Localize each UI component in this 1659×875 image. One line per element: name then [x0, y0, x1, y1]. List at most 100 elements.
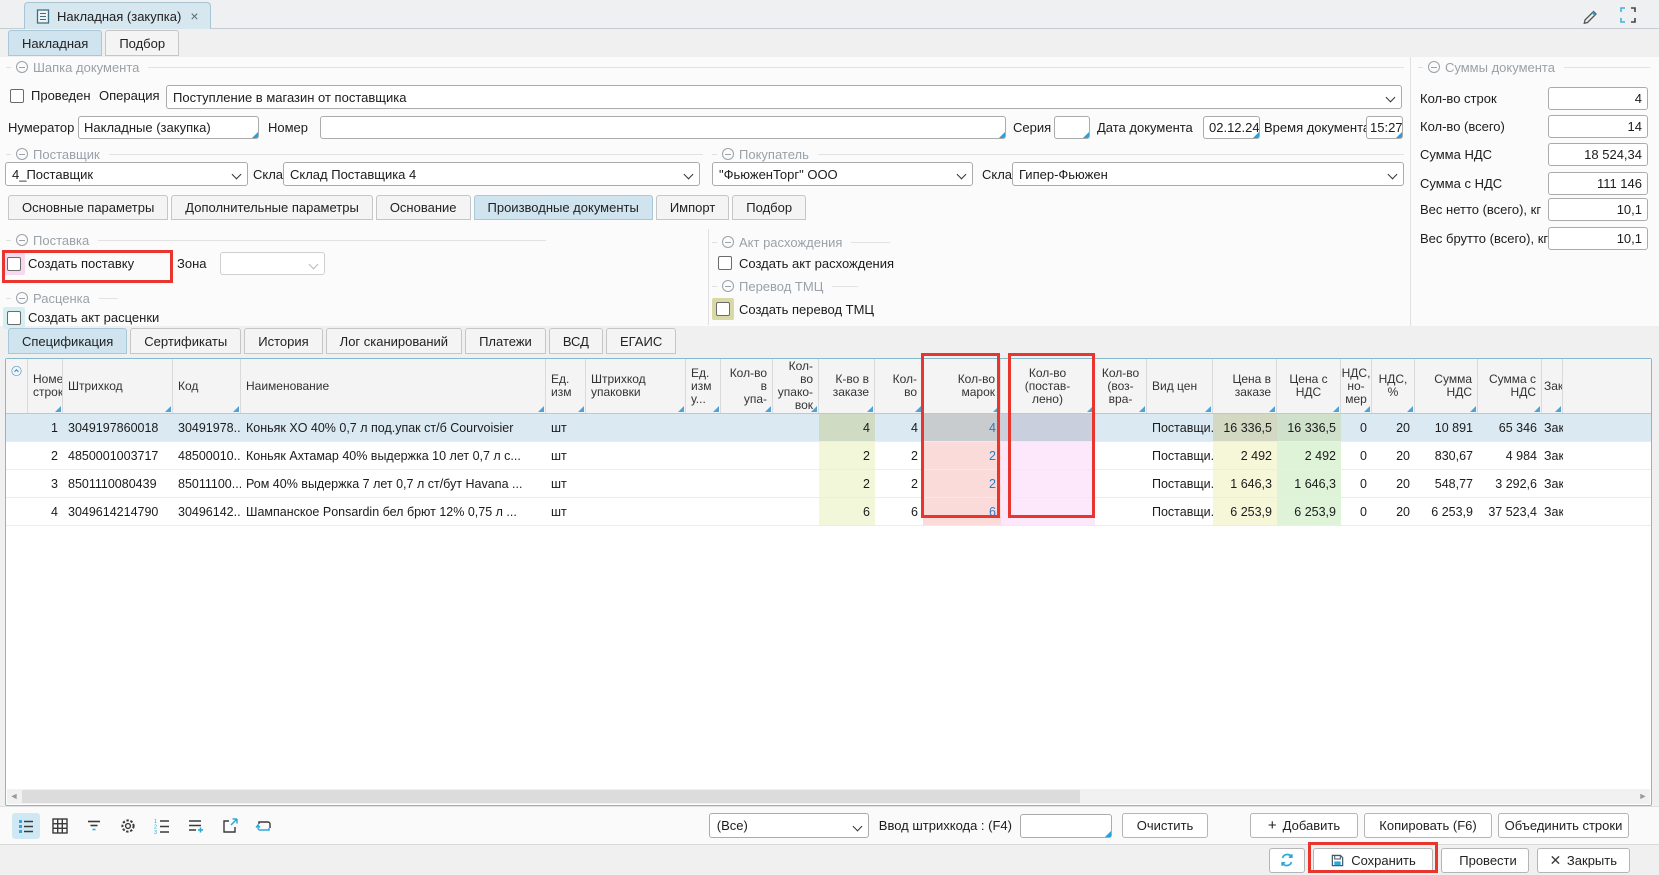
column-header-code[interactable]: Код [173, 359, 241, 413]
create-supply-checkbox[interactable] [7, 257, 21, 271]
horizontal-scrollbar[interactable]: ◄ ► [7, 789, 1650, 804]
tab-derived-docs[interactable]: Производные документы [474, 195, 653, 220]
column-header-vat-num[interactable]: НДС, но- мер [1341, 359, 1372, 413]
grid-view-icon[interactable] [46, 813, 74, 839]
series-input[interactable] [1054, 116, 1090, 139]
column-header-order[interactable]: Зак [1542, 359, 1563, 413]
numerator-input[interactable]: Накладные (закупка) [78, 116, 259, 139]
tab-certificates[interactable]: Сертификаты [130, 328, 241, 354]
buyer-warehouse-select[interactable]: Гипер-Фьюжен [1012, 162, 1404, 186]
clear-button[interactable]: Очистить [1122, 813, 1208, 838]
column-header-qty-in-pack[interactable]: Кол-во в упа- [721, 359, 773, 413]
column-header-vat-sum[interactable]: Сумма НДС [1415, 359, 1478, 413]
column-header-pack-barcode[interactable]: Штрихкод упаковки [586, 359, 686, 413]
barcode-input[interactable] [1020, 814, 1112, 838]
tab-import[interactable]: Импорт [656, 195, 729, 220]
collapse-icon[interactable] [722, 236, 734, 248]
column-header-price-order[interactable]: Цена в заказе [1213, 359, 1277, 413]
gross-weight-field[interactable]: 10,1 [1548, 227, 1648, 250]
tab-main-params[interactable]: Основные параметры [8, 195, 168, 220]
create-discrepancy-act-checkbox[interactable] [718, 256, 732, 270]
repeat-icon[interactable] [250, 813, 278, 839]
create-transfer-checkbox[interactable] [716, 302, 730, 316]
open-external-icon[interactable] [216, 813, 244, 839]
collapse-icon[interactable] [16, 61, 28, 73]
settings-gear-icon[interactable] [114, 813, 142, 839]
column-header-price-type[interactable]: Вид цен [1147, 359, 1213, 413]
column-header-qty[interactable]: Кол-во [875, 359, 923, 413]
sum-total-qty-field[interactable]: 14 [1548, 115, 1648, 138]
collapse-icon[interactable] [722, 148, 734, 160]
copy-button[interactable]: Копировать (F6) [1364, 813, 1492, 838]
column-header-unit[interactable]: Ед. изм [546, 359, 586, 413]
column-header-name[interactable]: Наименование [241, 359, 546, 413]
group-header-sums: Суммы документа [1418, 60, 1650, 74]
numbered-list-icon[interactable]: 123 [148, 813, 176, 839]
table-row[interactable]: 2 4850001003717 48500010... Коньяк Ахтам… [6, 442, 1651, 470]
cell-pack-unit [686, 414, 721, 441]
sum-vat-field[interactable]: 18 524,34 [1548, 143, 1648, 166]
collapse-icon[interactable] [16, 148, 28, 160]
fullscreen-icon[interactable] [1616, 4, 1640, 26]
collapse-icon[interactable] [1428, 61, 1440, 73]
scrollbar-thumb[interactable] [22, 790, 1080, 803]
add-button[interactable]: +Добавить [1250, 813, 1358, 838]
column-header-sort[interactable] [6, 359, 28, 413]
sum-with-vat-field[interactable]: 111 146 [1548, 172, 1648, 195]
create-pricing-act-checkbox[interactable] [7, 311, 21, 325]
view-list-icon[interactable] [12, 813, 40, 839]
column-header-returned[interactable]: Кол-во (воз- вра- [1095, 359, 1147, 413]
net-weight-field[interactable]: 10,1 [1548, 198, 1648, 221]
table-row[interactable]: 3 8501110080439 85011100... Ром 40% выде… [6, 470, 1651, 498]
column-header-vat-pct[interactable]: НДС, % [1372, 359, 1415, 413]
close-button[interactable]: Закрыть [1537, 848, 1630, 873]
tab-invoice[interactable]: Накладная [8, 30, 102, 56]
column-header-barcode[interactable]: Штрихкод [63, 359, 173, 413]
operation-select[interactable]: Поступление в магазин от поставщика [166, 85, 1402, 109]
column-header-marks[interactable]: Кол-во марок [923, 359, 1001, 413]
column-header-pack-unit[interactable]: Ед. изм у... [686, 359, 721, 413]
column-header-qty-ordered[interactable]: К-во в заказе [819, 359, 875, 413]
save-button[interactable]: Сохранить [1313, 848, 1433, 873]
supplier-select[interactable]: 4_Поставщик [5, 162, 248, 186]
tab-vsd[interactable]: ВСД [549, 328, 603, 354]
column-header-packs[interactable]: Кол-во упако- вок [773, 359, 819, 413]
tab-close-icon[interactable]: × [190, 8, 198, 24]
sum-rows-count-field[interactable]: 4 [1548, 87, 1648, 110]
tab-basis[interactable]: Основание [376, 195, 471, 220]
doc-time-input[interactable]: 15:27 [1366, 116, 1403, 139]
tab-payments[interactable]: Платежи [465, 328, 546, 354]
collapse-icon[interactable] [16, 292, 28, 304]
number-input[interactable] [320, 116, 1006, 139]
tab-specification[interactable]: Спецификация [8, 328, 127, 354]
scroll-right-arrow[interactable]: ► [1637, 791, 1649, 802]
add-list-icon[interactable] [182, 813, 210, 839]
edit-icon[interactable] [1578, 4, 1602, 26]
supplier-warehouse-select[interactable]: Склад Поставщика 4 [283, 162, 700, 186]
table-row[interactable]: 1 3049197860018 30491978... Коньяк XO 40… [6, 414, 1651, 442]
posted-checkbox[interactable] [10, 89, 24, 103]
tab-scan-log[interactable]: Лог сканирований [326, 328, 462, 354]
tab-podbor[interactable]: Подбор [105, 30, 179, 56]
doc-date-input[interactable]: 02.12.24 [1203, 116, 1260, 139]
tab-podbor-params[interactable]: Подбор [732, 195, 806, 220]
column-header-sum-vat[interactable]: Сумма с НДС [1478, 359, 1542, 413]
filter-icon[interactable] [80, 813, 108, 839]
collapse-icon[interactable] [722, 280, 734, 292]
column-header-num[interactable]: Номер строки [28, 359, 63, 413]
tab-egais[interactable]: ЕГАИС [606, 328, 676, 354]
scroll-left-arrow[interactable]: ◄ [8, 791, 20, 802]
post-button[interactable]: Провести [1441, 848, 1529, 873]
refresh-button[interactable] [1269, 848, 1305, 873]
column-header-price-vat[interactable]: Цена с НДС [1277, 359, 1341, 413]
merge-rows-button[interactable]: Объединить строки [1498, 813, 1629, 838]
document-tab[interactable]: Накладная (закупка) × [24, 2, 211, 29]
buyer-select[interactable]: "ФьюженТорг" ООО [712, 162, 973, 186]
column-header-delivered[interactable]: Кол-во (постав- лено) [1001, 359, 1095, 413]
collapse-icon[interactable] [16, 234, 28, 246]
tab-history[interactable]: История [244, 328, 322, 354]
tab-additional-params[interactable]: Дополнительные параметры [171, 195, 373, 220]
filter-select[interactable]: (Все) [709, 813, 869, 838]
zone-select[interactable] [220, 252, 325, 275]
table-row[interactable]: 4 3049614214790 30496142... Шампанское P… [6, 498, 1651, 526]
